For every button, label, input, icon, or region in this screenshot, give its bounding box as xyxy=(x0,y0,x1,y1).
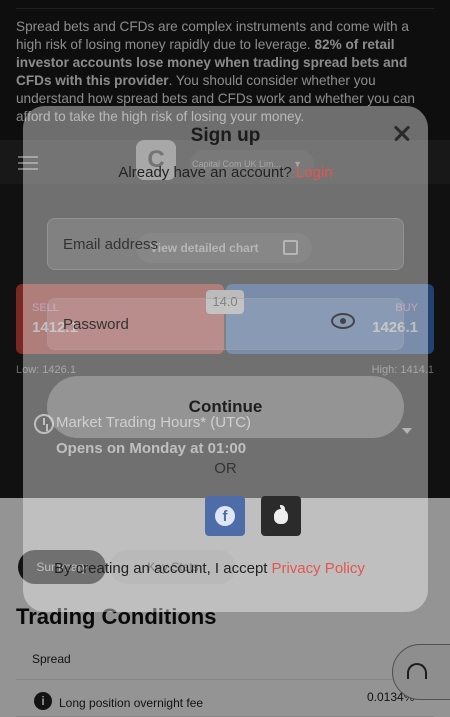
privacy-policy-link[interactable]: Privacy Policy xyxy=(271,560,364,577)
apple-icon xyxy=(274,509,288,524)
signup-modal: Sign up Already have an account? Login Em… xyxy=(23,106,428,612)
continue-button[interactable]: Continue xyxy=(47,376,404,438)
terms-text: By creating an account, I accept Privacy … xyxy=(54,560,365,577)
login-link[interactable]: Login xyxy=(296,164,333,181)
facebook-login-button[interactable]: f xyxy=(205,496,245,536)
already-account-text: Already have an account? xyxy=(118,164,292,181)
apple-login-button[interactable] xyxy=(261,496,301,536)
email-field[interactable]: Email address xyxy=(47,218,404,270)
facebook-icon: f xyxy=(215,506,235,526)
modal-title: Sign up xyxy=(190,125,261,146)
password-field[interactable]: Password xyxy=(47,298,404,350)
close-icon[interactable] xyxy=(392,122,414,144)
login-prompt: Already have an account? Login xyxy=(23,164,428,181)
password-placeholder: Password xyxy=(63,316,129,333)
terms-prefix: By creating an account, I accept xyxy=(54,560,268,577)
or-divider: OR xyxy=(214,460,237,477)
show-password-icon[interactable] xyxy=(331,313,355,329)
email-placeholder: Email address xyxy=(63,236,159,253)
